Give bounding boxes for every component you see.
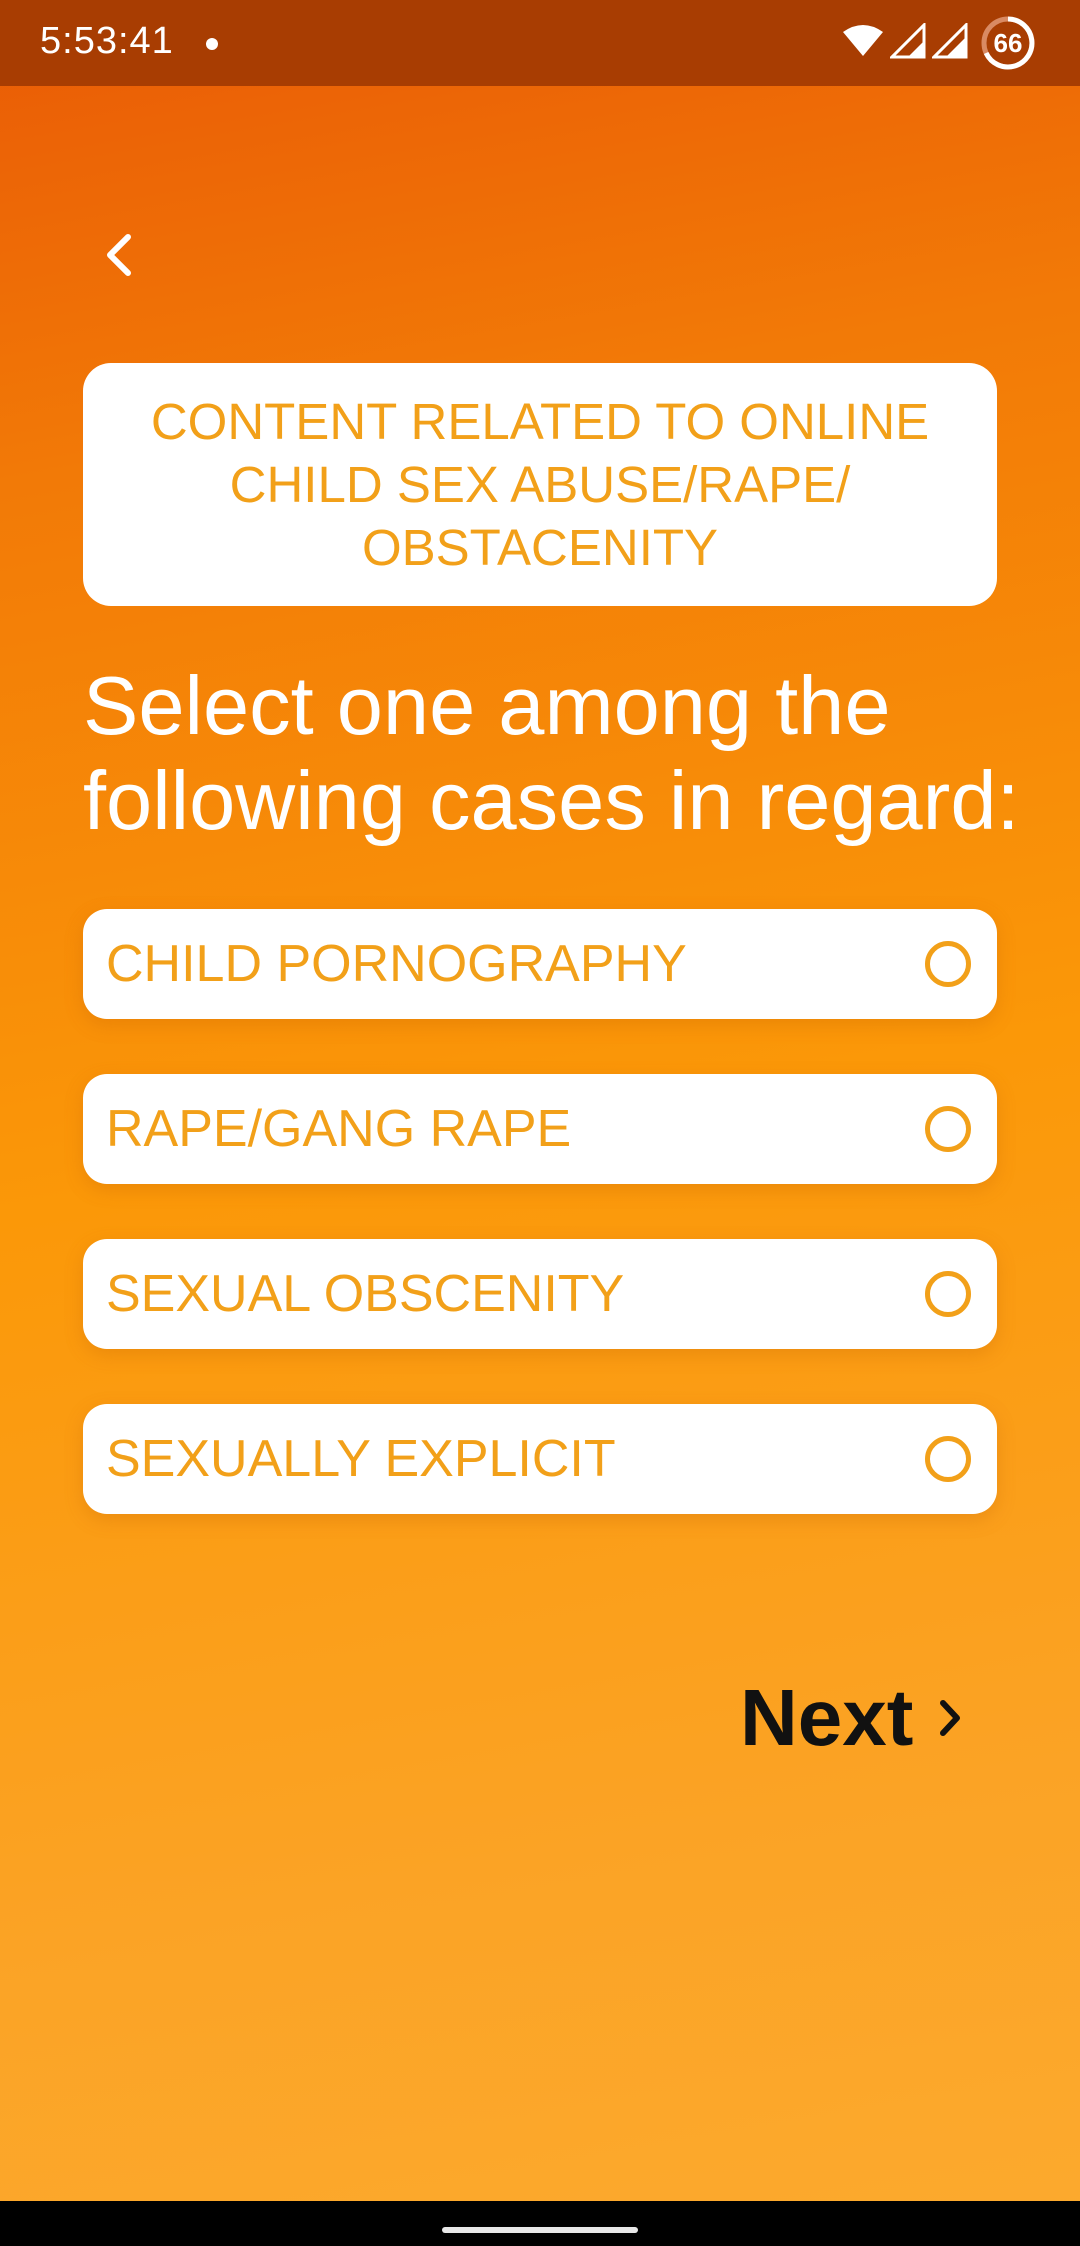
option-sexual-obscenity[interactable]: SEXUAL OBSCENITY — [83, 1239, 997, 1349]
status-bar: 5:53:41 66 — [0, 0, 1080, 86]
chevron-right-icon — [940, 1700, 961, 1736]
screen: 5:53:41 66 CONTENT RELATED TO ONLINE CHI… — [0, 0, 1080, 2246]
home-handle[interactable] — [442, 2227, 638, 2233]
next-label: Next — [740, 1673, 914, 1762]
option-label: SEXUAL OBSCENITY — [106, 1265, 625, 1323]
cell-signal-icon — [930, 20, 968, 64]
status-time: 5:53:41 — [40, 20, 174, 62]
option-sexually-explicit[interactable]: SEXUALLY EXPLICIT — [83, 1404, 997, 1514]
radio-button[interactable] — [925, 1271, 971, 1317]
radio-button[interactable] — [925, 1106, 971, 1152]
selection-prompt: Select one among the following cases in … — [83, 659, 1020, 847]
category-card: CONTENT RELATED TO ONLINE CHILD SEX ABUS… — [83, 363, 997, 606]
notification-dot-icon — [206, 38, 218, 50]
cell-signal-icon — [888, 20, 926, 64]
chevron-left-icon — [107, 234, 131, 276]
back-button[interactable] — [90, 220, 150, 290]
status-icons: 66 — [842, 14, 1036, 72]
radio-button[interactable] — [925, 1436, 971, 1482]
option-label: SEXUALLY EXPLICIT — [106, 1430, 616, 1488]
next-button[interactable]: Next — [740, 1668, 965, 1768]
option-rape-gang-rape[interactable]: RAPE/GANG RAPE — [83, 1074, 997, 1184]
option-label: RAPE/GANG RAPE — [106, 1100, 572, 1158]
category-title: CONTENT RELATED TO ONLINE CHILD SEX ABUS… — [150, 393, 930, 576]
wifi-icon — [842, 24, 884, 63]
radio-button[interactable] — [925, 941, 971, 987]
option-child-pornography[interactable]: CHILD PORNOGRAPHY — [83, 909, 997, 1019]
battery-level: 66 — [993, 28, 1023, 58]
navigation-bar — [0, 2201, 1080, 2246]
option-label: CHILD PORNOGRAPHY — [106, 935, 687, 993]
battery-icon: 66 — [980, 15, 1036, 71]
